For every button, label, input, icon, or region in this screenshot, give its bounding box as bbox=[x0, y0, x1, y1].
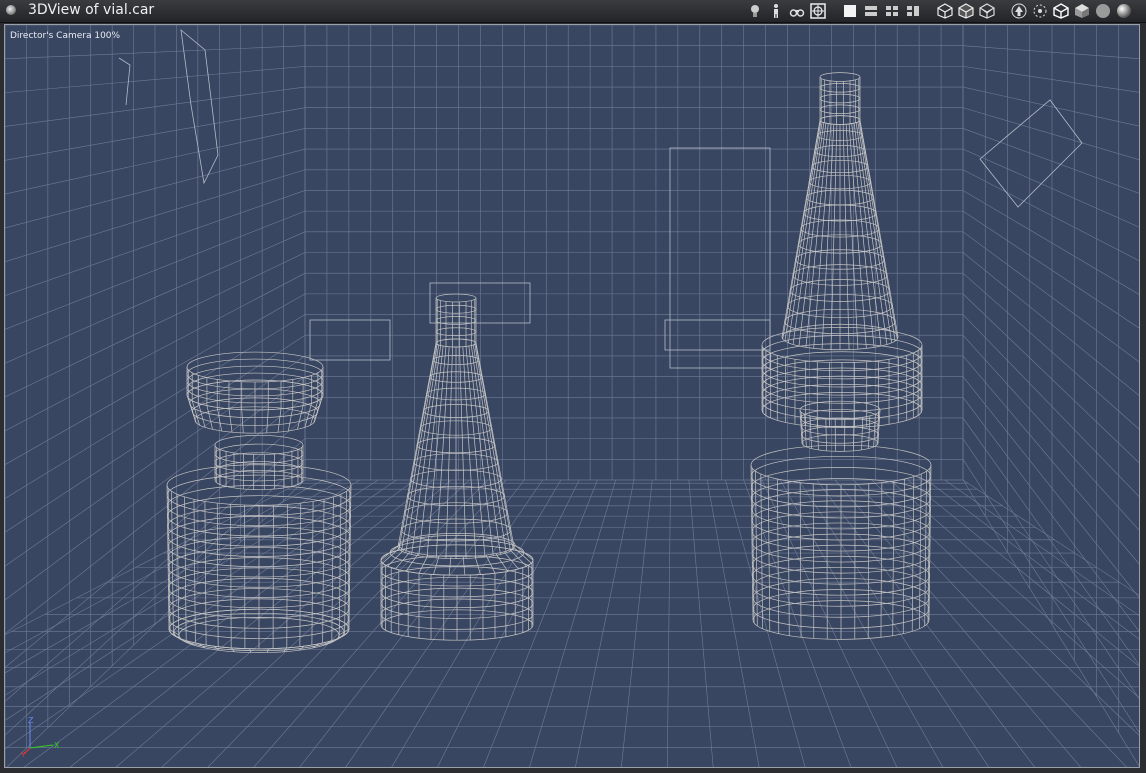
two-views-icon[interactable] bbox=[863, 3, 879, 19]
axis-gizmo: Z X Y bbox=[21, 717, 60, 757]
axis-y-label: Y bbox=[21, 751, 26, 757]
target-frame-icon[interactable] bbox=[810, 3, 826, 19]
axis-x-label: X bbox=[54, 741, 60, 750]
rotate-node-icon[interactable] bbox=[1032, 3, 1048, 19]
shaded-sphere-icon[interactable] bbox=[1116, 3, 1132, 19]
camera-label: Director's Camera 100% bbox=[10, 31, 121, 41]
3d-viewport[interactable]: Director's Camera 100% Z X Y bbox=[4, 24, 1140, 768]
solid-cube-icon[interactable] bbox=[1074, 3, 1090, 19]
vial-models bbox=[166, 72, 932, 653]
shaded-wire-cube-icon[interactable] bbox=[958, 3, 974, 19]
room-grid bbox=[5, 25, 1139, 767]
window-menu-button[interactable] bbox=[6, 5, 16, 15]
gray-sphere-icon[interactable] bbox=[1095, 3, 1111, 19]
view-toolbar bbox=[747, 2, 1132, 20]
up-arrow-icon[interactable] bbox=[1011, 3, 1027, 19]
hidden-line-cube-icon[interactable] bbox=[979, 3, 995, 19]
vial-middle-model bbox=[380, 293, 534, 641]
person-figure-icon[interactable] bbox=[768, 3, 784, 19]
wireframe-scene[interactable] bbox=[5, 25, 1140, 768]
axis-z-label: Z bbox=[28, 717, 34, 725]
title-bar[interactable]: 3DView of vial.car bbox=[0, 0, 1146, 23]
box-outline-icon[interactable] bbox=[1053, 3, 1069, 19]
three-views-icon[interactable] bbox=[905, 3, 921, 19]
wire-cube-icon[interactable] bbox=[937, 3, 953, 19]
binoculars-icon[interactable] bbox=[789, 3, 805, 19]
app-window: 3DView of vial.car Director's Camera 100… bbox=[0, 0, 1146, 773]
light-bulb-icon[interactable] bbox=[747, 3, 763, 19]
window-title: 3DView of vial.car bbox=[28, 2, 155, 18]
four-views-icon[interactable] bbox=[884, 3, 900, 19]
single-view-icon[interactable] bbox=[842, 3, 858, 19]
